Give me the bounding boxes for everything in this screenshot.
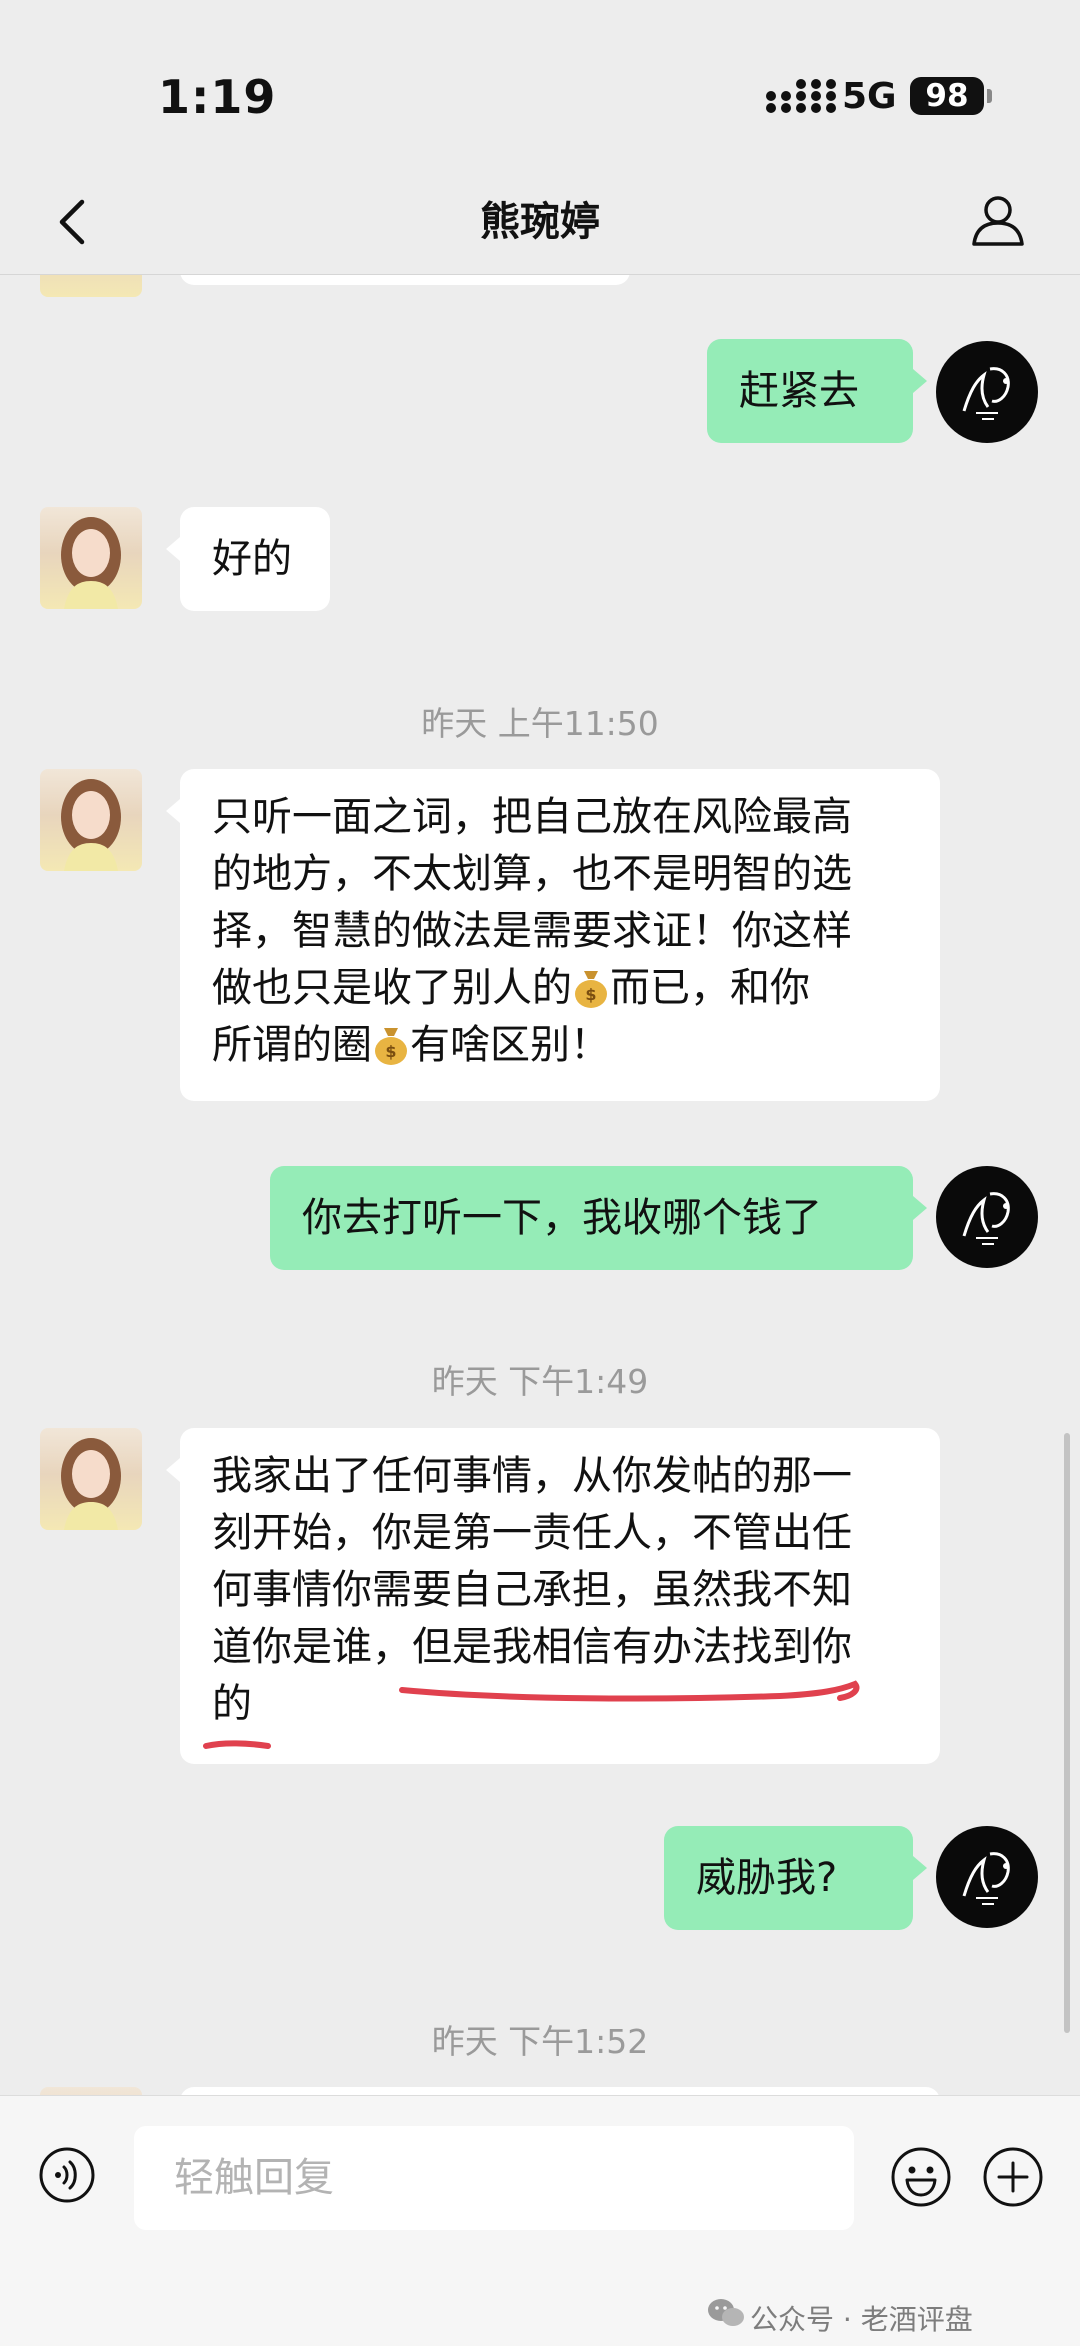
contact-avatar-art <box>61 517 121 609</box>
message-text: 好的 <box>212 536 292 582</box>
message-bubble-outgoing[interactable]: 赶紧去 <box>707 339 927 443</box>
message-line: 择，智慧的做法是需要求证！你这样 <box>212 908 852 954</box>
status-bar: 1:19 5G 98 <box>0 0 1080 170</box>
my-avatar[interactable] <box>936 341 1038 443</box>
contact-avatar[interactable] <box>40 1428 142 1530</box>
voice-icon[interactable] <box>38 2146 96 2204</box>
message-line: 只听一面之词，把自己放在风险最高 <box>212 794 852 840</box>
message-line: 做也只是收了别人的 $ 而已，和你 <box>212 960 940 1017</box>
message-line: 所谓的圈 $ 有啥区别！ <box>212 1017 940 1074</box>
nav-bar: 熊琬婷 <box>0 170 1080 275</box>
contact-avatar-partial[interactable] <box>40 2087 142 2095</box>
chat-title: 熊琬婷 <box>480 199 600 245</box>
message-line: 我家出了任何事情，从你发帖的那一 <box>212 1453 852 1499</box>
battery-cap <box>987 89 992 103</box>
message-text: 你去打听一下，我收哪个钱了 <box>302 1195 822 1241</box>
input-bar: 公众号 · 老酒评盘 <box>0 2095 1080 2346</box>
message-line: 何事情你需要自己承担，虽然我不知 <box>212 1567 852 1613</box>
message-line: 道你是谁，但是我相信有办法找到你 <box>212 1624 852 1670</box>
message-text: 威胁我? <box>696 1855 838 1901</box>
message-text: 赶紧去 <box>739 368 859 414</box>
reply-input[interactable] <box>134 2126 854 2230</box>
message-bubble-outgoing[interactable]: 威胁我? <box>664 1826 927 1930</box>
money-bag-emoji-icon: $ <box>375 1028 407 1065</box>
chat-scrollbar[interactable] <box>1064 1433 1070 2033</box>
message-bubble-incoming[interactable]: 我家出了任何事情，从你发帖的那一 刻开始，你是第一责任人，不管出任 何事情你需要… <box>166 1428 940 1764</box>
message-bubble-incoming[interactable]: 只听一面之词，把自己放在风险最高 的地方，不太划算，也不是明智的选 择，智慧的做… <box>166 769 940 1101</box>
chat-area[interactable]: 赶紧去 好的 昨天 上午11:50 只听一面之词，把自己放在风险最高 的地方，不… <box>0 275 1080 2095</box>
my-avatar[interactable] <box>936 1166 1038 1268</box>
message-line: 的地方，不太划算，也不是明智的选 <box>212 851 852 897</box>
message-text: 有啥区别！ <box>410 1022 610 1068</box>
message-timestamp: 昨天 下午1:52 <box>431 2022 649 2061</box>
message-text: 而已，和你 <box>610 965 810 1011</box>
contact-avatar-partial[interactable] <box>40 275 142 297</box>
my-avatar-art <box>962 1852 1010 1905</box>
my-avatar-art <box>962 367 1010 420</box>
message-timestamp: 昨天 下午1:49 <box>431 1362 649 1401</box>
svg-text:$: $ <box>385 1042 396 1061</box>
signal-icon <box>766 79 836 113</box>
message-timestamp: 昨天 上午11:50 <box>421 704 659 743</box>
emoji-icon[interactable] <box>890 2146 952 2208</box>
contact-avatar-art <box>61 1438 121 1530</box>
message-text: 所谓的圈 <box>212 1022 372 1068</box>
watermark: 公众号 · 老酒评盘 <box>708 2298 973 2338</box>
my-avatar[interactable] <box>936 1826 1038 1928</box>
contact-avatar[interactable] <box>40 769 142 871</box>
status-time: 1:19 <box>158 70 277 124</box>
message-bubble-incoming[interactable]: 好的 <box>166 507 330 611</box>
my-avatar-art <box>962 1192 1010 1245</box>
message-bubble-partial[interactable] <box>180 275 630 285</box>
message-text: 做也只是收了别人的 <box>212 965 572 1011</box>
message-line: 刻开始，你是第一责任人，不管出任 <box>212 1510 852 1556</box>
contact-avatar[interactable] <box>40 507 142 609</box>
message-bubble-partial[interactable] <box>180 2087 940 2095</box>
network-type: 5G <box>842 76 897 117</box>
battery-level: 98 <box>910 77 984 115</box>
wechat-logo-icon <box>708 2299 744 2326</box>
watermark-text: 公众号 · 老酒评盘 <box>750 2303 973 2336</box>
profile-icon[interactable] <box>966 188 1030 252</box>
money-bag-emoji-icon: $ <box>575 971 607 1008</box>
add-icon[interactable] <box>982 2146 1044 2208</box>
message-bubble-outgoing[interactable]: 你去打听一下，我收哪个钱了 <box>270 1166 927 1270</box>
contact-avatar-art <box>61 779 121 871</box>
svg-text:$: $ <box>585 985 596 1004</box>
message-line: 的 <box>212 1681 252 1727</box>
